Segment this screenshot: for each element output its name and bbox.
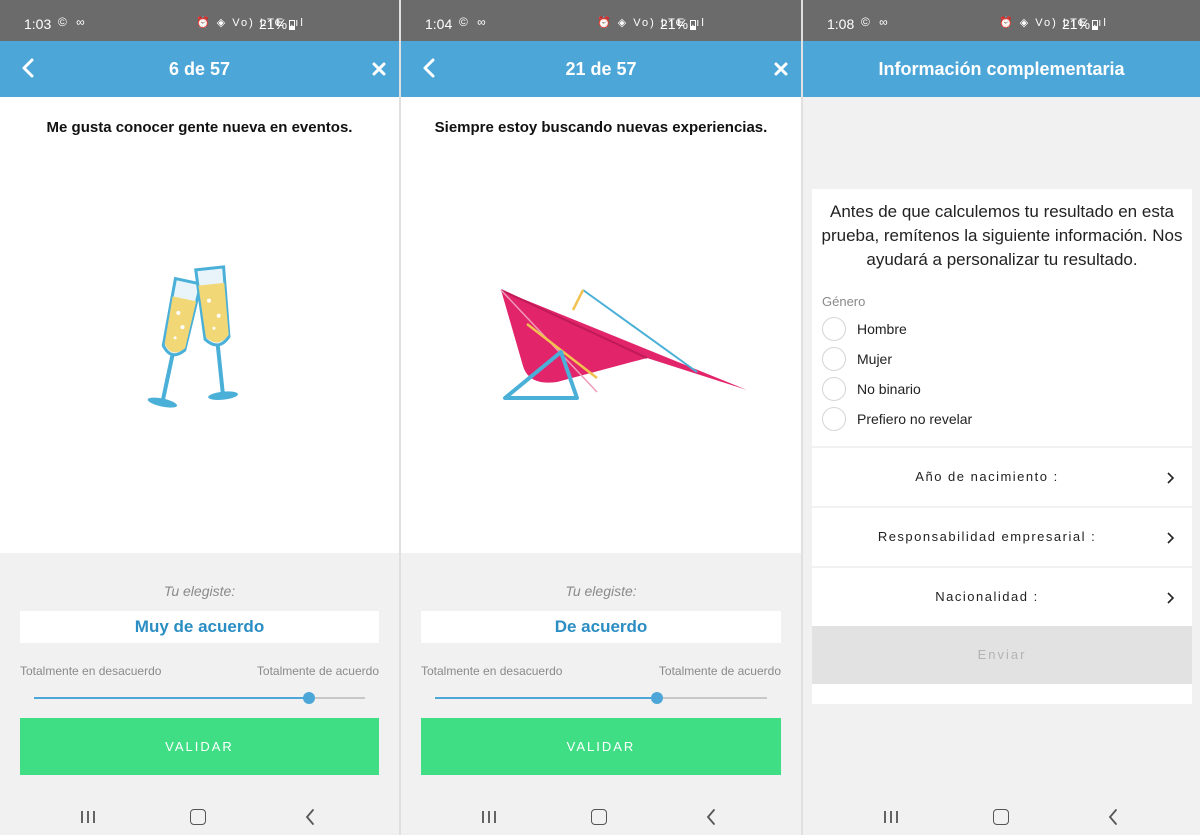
radio-button[interactable] <box>822 407 846 431</box>
status-time: 1:08 <box>827 16 855 32</box>
battery-icon <box>289 20 296 30</box>
scale-max-label: Totalmente de acuerdo <box>256 664 379 678</box>
business-responsibility-picker[interactable]: Responsabilidad empresarial : <box>812 506 1192 566</box>
scale-min-label: Totalmente en desacuerdo <box>421 664 563 678</box>
gender-label: Género <box>822 294 866 309</box>
recents-icon[interactable] <box>79 810 97 824</box>
radio-button[interactable] <box>822 377 846 401</box>
battery-percent: 21% <box>1062 16 1091 32</box>
notification-icons: © ∞ <box>861 15 891 29</box>
home-icon[interactable] <box>190 809 206 825</box>
recents-icon[interactable] <box>882 810 900 824</box>
selected-answer: Muy de acuerdo <box>20 611 379 643</box>
home-icon[interactable] <box>993 809 1009 825</box>
agreement-slider[interactable] <box>34 691 365 705</box>
question-text: Me gusta conocer gente nueva en eventos. <box>46 119 353 136</box>
app-header: Información complementaria <box>803 41 1200 97</box>
send-button[interactable]: Enviar <box>812 626 1192 684</box>
notification-icons: © ∞ <box>459 15 489 29</box>
battery-indicator: 21% <box>1062 16 1099 32</box>
back-icon[interactable] <box>303 808 317 826</box>
system-nav-bar <box>0 800 399 835</box>
battery-indicator: 21% <box>660 16 697 32</box>
app-header: 21 de 57 <box>401 41 801 97</box>
battery-icon <box>1092 20 1099 30</box>
gender-radio-group: Hombre Mujer No binario Prefiero no reve… <box>812 314 1192 446</box>
you-chose-label: Tu elegiste: <box>163 583 236 599</box>
battery-percent: 21% <box>259 16 288 32</box>
system-nav-bar <box>803 800 1200 835</box>
status-bar: 1:04 © ∞ ⏰ ◈ Vo) LTE .ıl 21% <box>401 0 801 41</box>
birth-year-picker[interactable]: Año de nacimiento : <box>812 446 1192 506</box>
answer-panel: Tu elegiste: De acuerdo Totalmente en de… <box>401 553 801 835</box>
form-intro: Antes de que calculemos tu resultado en … <box>821 202 1183 269</box>
champagne-glasses-icon <box>147 265 238 408</box>
scale-max-label: Totalmente de acuerdo <box>658 664 781 678</box>
app-header: 6 de 57 <box>0 41 399 97</box>
nationality-picker[interactable]: Nacionalidad : <box>812 566 1192 626</box>
slider-thumb[interactable] <box>302 692 315 704</box>
screen-question-21: 1:04 © ∞ ⏰ ◈ Vo) LTE .ıl 21% 21 de 57 Si… <box>401 0 801 835</box>
picker-label: Nacionalidad : <box>935 589 1039 604</box>
radio-label: Hombre <box>857 321 907 337</box>
system-nav-bar <box>401 800 801 835</box>
battery-percent: 21% <box>660 16 689 32</box>
gender-option-hombre[interactable]: Hombre <box>812 314 1192 344</box>
chevron-right-icon <box>1167 532 1174 544</box>
picker-label: Año de nacimiento : <box>915 469 1059 484</box>
page-title: 21 de 57 <box>565 59 637 79</box>
hang-glider-icon <box>500 289 747 400</box>
slider-fill <box>435 697 658 699</box>
card-footer <box>812 684 1192 704</box>
recents-icon[interactable] <box>480 810 498 824</box>
page-title: 6 de 57 <box>168 59 231 79</box>
question-text: Siempre estoy buscando nuevas experienci… <box>434 119 768 136</box>
gender-option-prefiero-no-revelar[interactable]: Prefiero no revelar <box>812 404 1192 434</box>
picker-label: Responsabilidad empresarial : <box>877 529 1097 544</box>
gender-option-mujer[interactable]: Mujer <box>812 344 1192 374</box>
home-icon[interactable] <box>591 809 607 825</box>
status-time: 1:04 <box>425 16 453 32</box>
info-form: Antes de que calculemos tu resultado en … <box>812 189 1192 704</box>
screen-question-6: 1:03 © ∞ ⏰ ◈ Vo) LTE .ıl 21% 6 de 57 Me … <box>0 0 399 835</box>
validate-button[interactable]: VALIDAR <box>20 718 379 775</box>
answer-panel: Tu elegiste: Muy de acuerdo Totalmente e… <box>0 553 399 835</box>
status-time: 1:03 <box>24 16 52 32</box>
gender-option-no-binario[interactable]: No binario <box>812 374 1192 404</box>
radio-label: Mujer <box>857 351 893 367</box>
radio-button[interactable] <box>822 317 846 341</box>
notification-icons: © ∞ <box>58 15 88 29</box>
close-icon[interactable] <box>773 61 789 77</box>
battery-icon <box>690 20 697 30</box>
page-title: Información complementaria <box>878 59 1125 79</box>
slider-fill <box>34 697 309 699</box>
scale-min-label: Totalmente en desacuerdo <box>20 664 162 678</box>
radio-button[interactable] <box>822 347 846 371</box>
status-bar: 1:03 © ∞ ⏰ ◈ Vo) LTE .ıl 21% <box>0 0 399 41</box>
chevron-right-icon <box>1167 592 1174 604</box>
radio-label: No binario <box>857 381 921 397</box>
selected-answer: De acuerdo <box>421 611 781 643</box>
screen-additional-info: 1:08 © ∞ ⏰ ◈ Vo) LTE .ıl 21% Información… <box>803 0 1200 835</box>
back-icon[interactable] <box>1106 808 1120 826</box>
radio-label: Prefiero no revelar <box>857 411 973 427</box>
battery-indicator: 21% <box>259 16 296 32</box>
you-chose-label: Tu elegiste: <box>565 583 637 599</box>
status-bar: 1:08 © ∞ ⏰ ◈ Vo) LTE .ıl 21% <box>803 0 1200 41</box>
validate-button[interactable]: VALIDAR <box>421 718 781 775</box>
agreement-slider[interactable] <box>435 691 767 705</box>
slider-thumb[interactable] <box>651 692 664 704</box>
back-icon[interactable] <box>704 808 718 826</box>
close-icon[interactable] <box>371 61 387 77</box>
chevron-right-icon <box>1167 472 1174 484</box>
